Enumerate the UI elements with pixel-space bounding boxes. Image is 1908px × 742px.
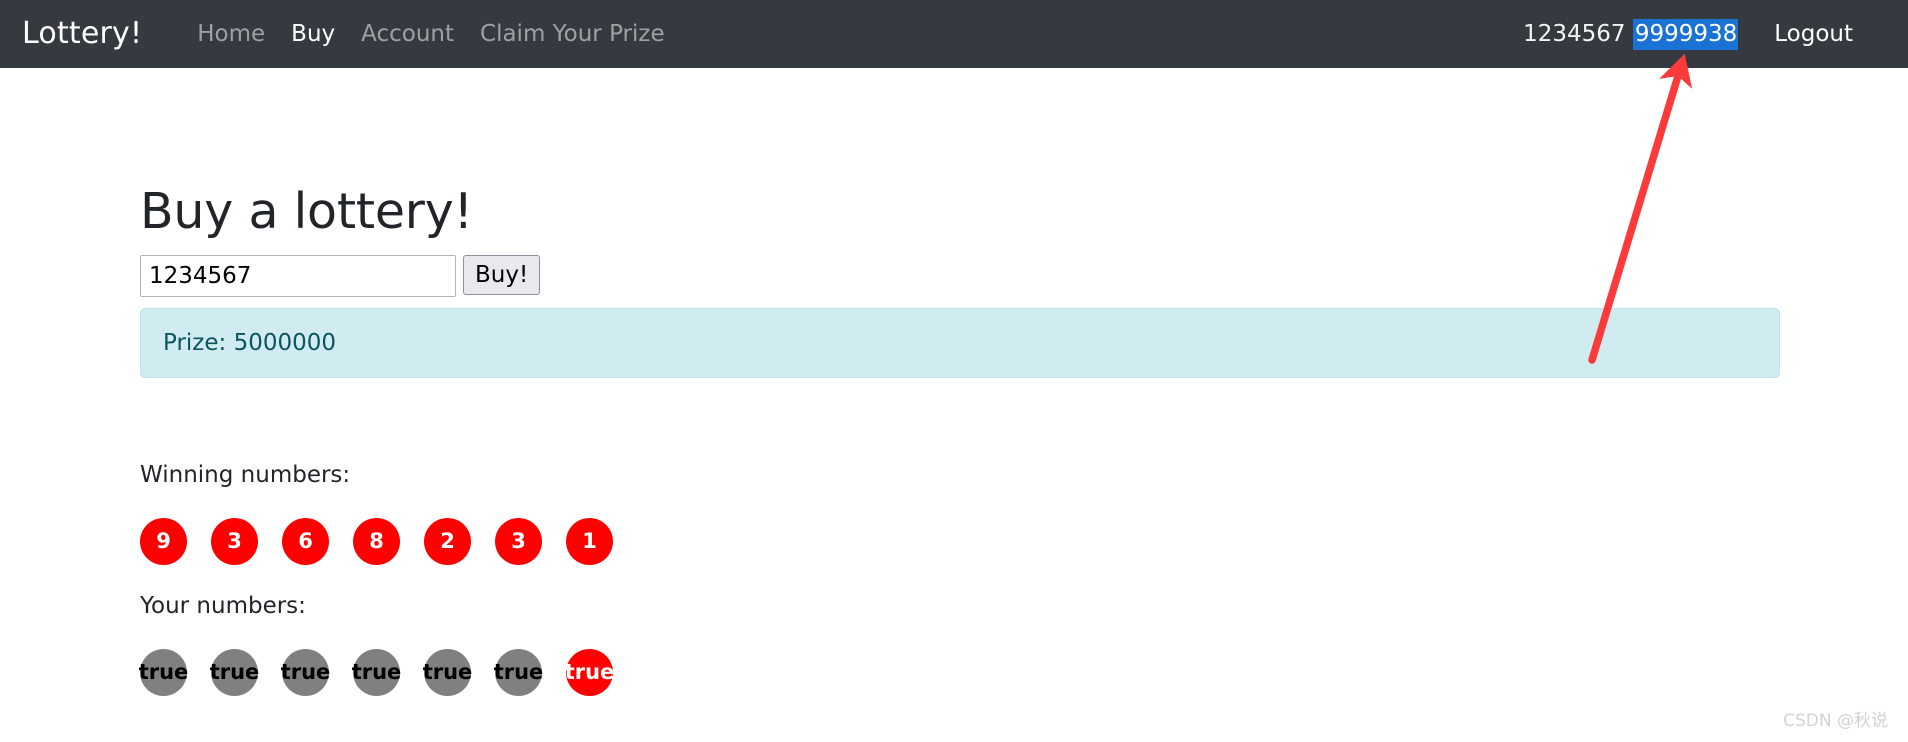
prize-alert-text: Prize: 5000000: [163, 330, 337, 356]
user-id-text: 1234567: [1523, 20, 1626, 47]
balance-selected-text[interactable]: 9999938: [1632, 18, 1739, 50]
nav-item-claim-your-prize[interactable]: Claim Your Prize: [467, 22, 678, 46]
winning-ball: 9: [140, 518, 187, 565]
winning-numbers-row: 9 3 6 8 2 3 1: [140, 518, 613, 565]
winning-numbers-label: Winning numbers:: [140, 462, 351, 488]
prize-alert: Prize: 5000000: [140, 308, 1780, 378]
your-ball: true: [139, 649, 188, 696]
buy-button[interactable]: Buy!: [463, 255, 541, 295]
logout-link[interactable]: Logout: [1774, 22, 1853, 46]
your-numbers-row: true true true true true true true: [139, 649, 614, 696]
buy-lottery-form: Buy!: [140, 255, 541, 297]
winning-ball: 3: [495, 518, 542, 565]
winning-ball: 1: [566, 518, 613, 565]
navbar-user-info: 1234567 9999938: [1523, 18, 1739, 50]
your-ball: true: [281, 649, 330, 696]
nav-item-account[interactable]: Account: [348, 22, 467, 46]
your-ball: true: [423, 649, 472, 696]
winning-ball: 8: [353, 518, 400, 565]
nav-item-home[interactable]: Home: [184, 22, 278, 46]
your-ball: true: [210, 649, 259, 696]
page-title: Buy a lottery!: [140, 183, 473, 240]
watermark: CSDN @秋说: [1783, 711, 1888, 731]
winning-ball: 3: [211, 518, 258, 565]
lottery-number-input[interactable]: [140, 255, 456, 297]
winning-ball: 6: [282, 518, 329, 565]
navbar-brand[interactable]: Lottery!: [22, 19, 142, 49]
your-ball: true: [352, 649, 401, 696]
your-ball: true: [494, 649, 543, 696]
your-numbers-label: Your numbers:: [140, 593, 306, 619]
your-ball-matched: true: [565, 649, 614, 696]
nav-item-buy[interactable]: Buy: [278, 22, 348, 46]
navbar-right-group: 1234567 9999938 Logout: [1523, 18, 1853, 50]
winning-ball: 2: [424, 518, 471, 565]
top-navbar: Lottery! Home Buy Account Claim Your Pri…: [0, 0, 1908, 68]
primary-nav: Home Buy Account Claim Your Prize: [184, 22, 678, 46]
